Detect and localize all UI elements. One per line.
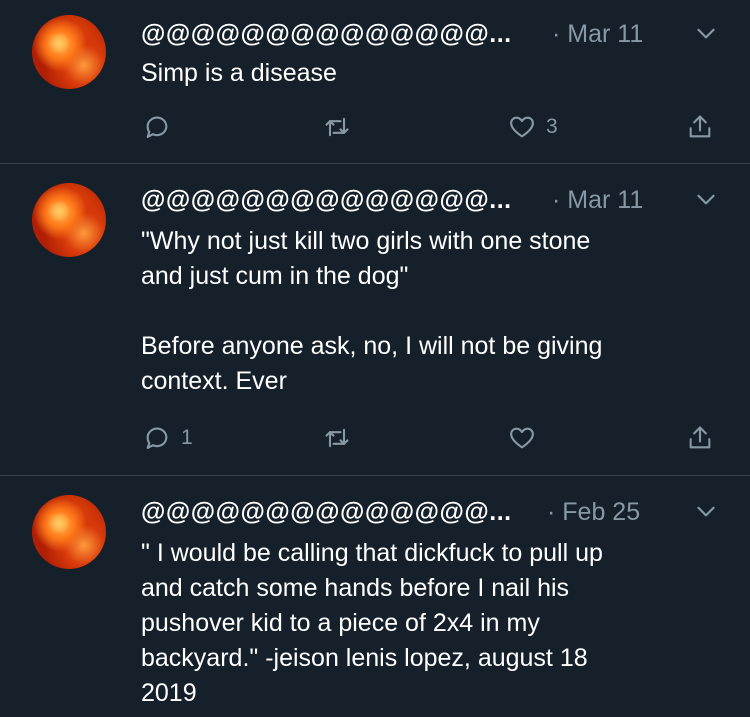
like-button[interactable]: 3 — [508, 112, 558, 142]
chevron-down-icon[interactable] — [693, 498, 719, 524]
avatar[interactable] — [32, 495, 106, 569]
tweet[interactable]: @@@@@@@@@@@@@@... · Feb 25 " I would be … — [0, 476, 750, 717]
tweet-date[interactable]: · Mar 11 — [552, 20, 643, 49]
reply-button[interactable] — [143, 112, 181, 142]
like-button[interactable] — [508, 423, 546, 453]
avatar[interactable] — [32, 15, 106, 89]
retweet-button[interactable] — [323, 112, 351, 142]
tweet-feed: @@@@@@@@@@@@@@... · Mar 11 Simp is a dis… — [0, 0, 750, 717]
share-button[interactable] — [686, 112, 714, 142]
share-icon — [689, 115, 711, 138]
tweet-text: " I would be calling that dickfuck to pu… — [141, 539, 603, 707]
reply-icon — [146, 427, 168, 449]
retweet-icon — [325, 428, 349, 448]
tweet-text: Simp is a disease — [141, 59, 337, 87]
avatar[interactable] — [32, 183, 106, 257]
chevron-down-icon[interactable] — [693, 20, 719, 46]
reply-count: 1 — [181, 426, 193, 449]
tweet[interactable]: @@@@@@@@@@@@@@... · Mar 11 Simp is a dis… — [0, 0, 750, 163]
chevron-down-icon[interactable] — [693, 186, 719, 212]
like-count: 3 — [546, 115, 558, 138]
heart-icon — [510, 427, 534, 449]
reply-button[interactable]: 1 — [143, 423, 193, 453]
share-icon — [689, 426, 711, 449]
tweet-text: "Why not just kill two girls with one st… — [141, 227, 603, 395]
tweet[interactable]: @@@@@@@@@@@@@@... · Mar 11 "Why not just… — [0, 164, 750, 475]
tweet-date[interactable]: · Feb 25 — [547, 498, 640, 527]
tweet-author-handle[interactable]: @@@@@@@@@@@@@@... — [141, 20, 512, 49]
retweet-icon — [325, 117, 349, 137]
retweet-button[interactable] — [323, 423, 351, 453]
tweet-author-handle[interactable]: @@@@@@@@@@@@@@... — [141, 498, 512, 527]
share-button[interactable] — [686, 423, 714, 453]
heart-icon — [510, 116, 534, 138]
tweet-author-handle[interactable]: @@@@@@@@@@@@@@... — [141, 186, 512, 215]
reply-icon — [146, 116, 168, 138]
tweet-date[interactable]: · Mar 11 — [552, 186, 643, 215]
